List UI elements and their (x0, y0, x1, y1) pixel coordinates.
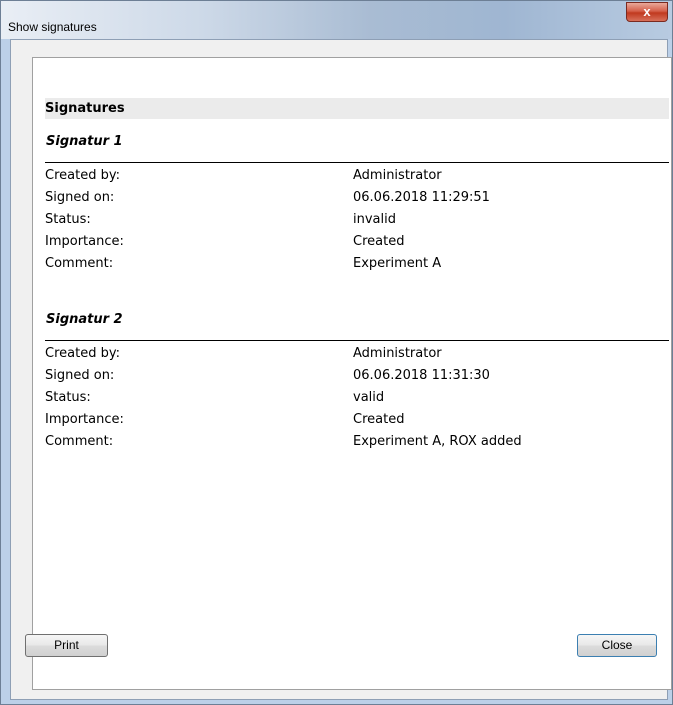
field-label: Status: (45, 212, 91, 227)
close-button[interactable]: Close (577, 634, 657, 657)
title-bar[interactable]: Show signatures x (1, 1, 672, 39)
signature-2-status-row: Status: valid (45, 387, 669, 409)
dialog-body: Signatures Signatur 1 Created by: Admini… (10, 39, 672, 700)
field-value: Created (353, 234, 405, 249)
signature-1-importance-row: Importance: Created (45, 231, 669, 253)
field-value: Administrator (353, 168, 442, 183)
signature-1-comment-row: Comment: Experiment A (45, 253, 669, 275)
signature-1-signed-on-row: Signed on: 06.06.2018 11:29:51 (45, 187, 669, 209)
field-label: Importance: (45, 412, 124, 427)
field-label: Created by: (45, 346, 120, 361)
field-label: Comment: (45, 434, 114, 449)
window-title: Show signatures (8, 20, 97, 34)
signature-1-status-row: Status: invalid (45, 209, 669, 231)
signature-report: Signatures Signatur 1 Created by: Admini… (32, 57, 672, 690)
field-label: Comment: (45, 256, 114, 271)
signature-2-title: Signatur 2 (46, 312, 123, 327)
field-label: Signed on: (45, 190, 115, 205)
section-heading: Signatures (45, 98, 669, 119)
field-label: Created by: (45, 168, 120, 183)
signature-2-divider (45, 340, 669, 341)
field-value: 06.06.2018 11:31:30 (353, 368, 490, 383)
close-icon[interactable]: x (626, 2, 668, 22)
signature-2-comment-row: Comment: Experiment A, ROX added (45, 431, 669, 453)
field-label: Signed on: (45, 368, 115, 383)
print-button[interactable]: Print (25, 634, 108, 657)
field-label: Status: (45, 390, 91, 405)
signature-1-divider (45, 162, 669, 163)
signature-2-created-by-row: Created by: Administrator (45, 343, 669, 365)
show-signatures-dialog: Show signatures x Signatures Signatur 1 … (0, 0, 673, 705)
field-value: Created (353, 412, 405, 427)
signature-1-created-by-row: Created by: Administrator (45, 165, 669, 187)
field-value: 06.06.2018 11:29:51 (353, 190, 490, 205)
signature-1-title: Signatur 1 (46, 134, 123, 149)
field-value: Experiment A, ROX added (353, 434, 522, 449)
field-value: invalid (353, 212, 396, 227)
field-label: Importance: (45, 234, 124, 249)
signature-2-importance-row: Importance: Created (45, 409, 669, 431)
field-value: Experiment A (353, 256, 442, 271)
field-value: Administrator (353, 346, 442, 361)
signature-2-signed-on-row: Signed on: 06.06.2018 11:31:30 (45, 365, 669, 387)
field-value: valid (353, 390, 385, 405)
